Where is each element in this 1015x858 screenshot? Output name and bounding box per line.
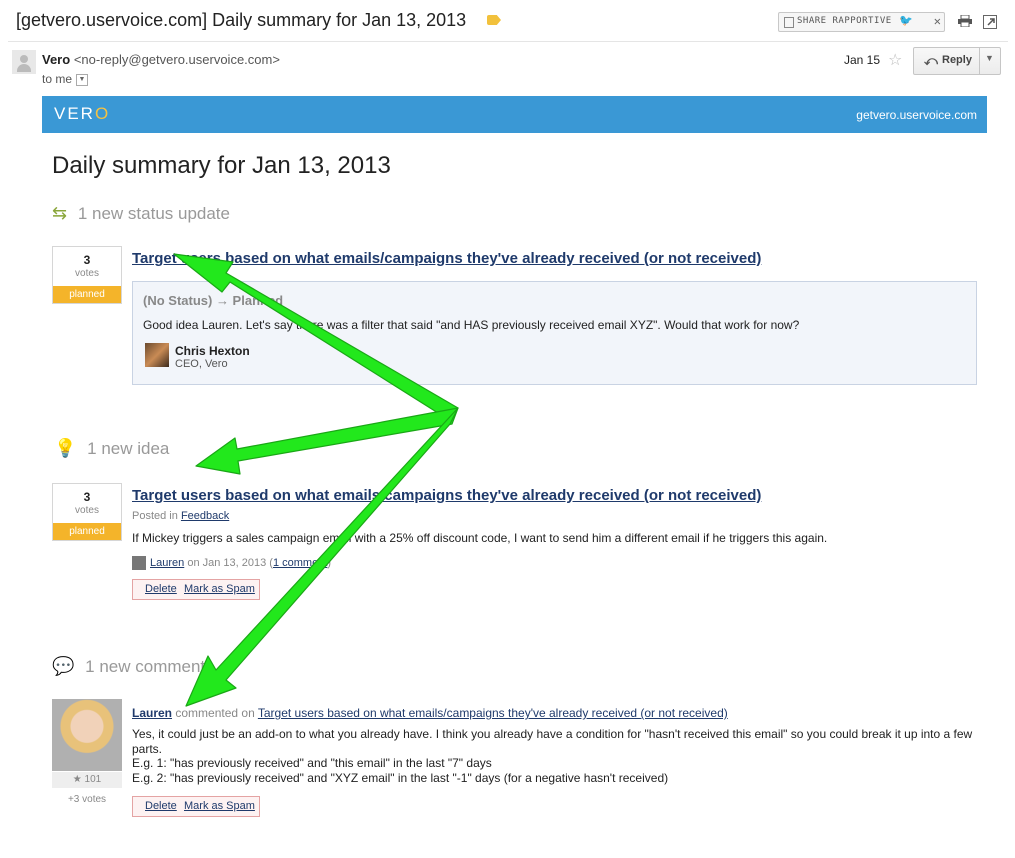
- status-change-text: (No Status) → Planned: [143, 293, 284, 308]
- vote-count: 3: [83, 490, 91, 504]
- chevron-down-icon[interactable]: ▼: [76, 73, 89, 86]
- vote-count: 3: [83, 253, 91, 267]
- idea-title-link[interactable]: Target users based on what emails/campai…: [132, 487, 761, 504]
- status-response-box: (No Status) → Planned Good idea Lauren. …: [132, 281, 977, 385]
- commenter-avatar: [52, 699, 122, 771]
- more-options-icon[interactable]: ▼: [985, 53, 994, 63]
- status-response-text: Good idea Lauren. Let's say there was a …: [143, 318, 800, 332]
- commented-on-text: commented on: [175, 706, 255, 720]
- posted-in-label: Posted in: [132, 510, 178, 522]
- reply-label: Reply: [942, 54, 972, 66]
- comment-section-heading-text: 1 new comment: [85, 657, 206, 676]
- vero-banner: VERO getvero.uservoice.com: [42, 96, 987, 133]
- sender-line: Vero <no-reply@getvero.uservoice.com>: [42, 52, 280, 67]
- reply-separator: [979, 48, 980, 74]
- mark-spam-link[interactable]: Mark as Spam: [184, 800, 255, 812]
- post-date: on Jan 13, 2013: [187, 556, 267, 569]
- label-tag-icon[interactable]: [487, 15, 501, 25]
- reply-button[interactable]: ⤺ Reply ▼: [913, 47, 1001, 75]
- email-date: Jan 15: [844, 53, 881, 67]
- reply-arrow-icon: ⤺: [924, 53, 938, 68]
- idea-title-link[interactable]: Target users based on what emails/campai…: [132, 250, 761, 267]
- site-link[interactable]: getvero.uservoice.com: [856, 108, 977, 122]
- vote-label: votes: [75, 268, 99, 279]
- comment-header: Lauren commented on Target users based o…: [132, 706, 728, 720]
- logo-text: VER: [54, 104, 95, 123]
- comment-line: Yes, it could just be an add-on to what …: [132, 727, 973, 756]
- delete-link[interactable]: Delete: [145, 800, 177, 812]
- idea-title: Target users based on what emails/campai…: [132, 487, 761, 504]
- print-icon[interactable]: [958, 15, 972, 27]
- moderation-actions: Delete Mark as Spam: [132, 579, 260, 600]
- author-name: Chris Hexton: [175, 344, 250, 358]
- rapportive-icon: [784, 17, 794, 28]
- header-divider: [8, 41, 1008, 42]
- status-section-heading: ⇆ 1 new status update: [52, 203, 230, 224]
- share-rapportive-label[interactable]: SHARE RAPPORTIVE: [797, 16, 892, 26]
- moderation-actions: Delete Mark as Spam: [132, 796, 260, 817]
- status-badge: planned: [53, 523, 121, 540]
- status-change-icon: ⇆: [52, 203, 68, 223]
- idea-section-heading: 💡 1 new idea: [54, 438, 169, 459]
- idea-meta: Lauren on Jan 13, 2013 (1 comment): [132, 556, 331, 570]
- comment-section-heading: 💬 1 new comment: [52, 656, 205, 677]
- sender-email: <no-reply@getvero.uservoice.com>: [73, 52, 280, 67]
- email-subject: [getvero.uservoice.com] Daily summary fo…: [16, 10, 467, 30]
- new-window-icon[interactable]: [983, 15, 997, 29]
- vote-label: votes: [75, 505, 99, 516]
- sender-name[interactable]: Vero: [42, 52, 70, 67]
- mark-spam-link[interactable]: Mark as Spam: [184, 583, 255, 595]
- vote-box[interactable]: 3 votes planned: [52, 246, 122, 304]
- lightbulb-icon: 💡: [54, 438, 77, 458]
- status-section-heading-text: 1 new status update: [77, 204, 230, 223]
- author-link[interactable]: Lauren: [150, 557, 184, 569]
- commenter-karma: ★ 101: [52, 772, 122, 788]
- recipients-line: to me ▼: [42, 72, 89, 86]
- author-avatar: [132, 556, 146, 570]
- twitter-icon[interactable]: 🐦: [899, 14, 913, 27]
- sender-avatar: [12, 50, 36, 74]
- comments-link[interactable]: 1 comment: [273, 557, 327, 569]
- comment-line: E.g. 2: "has previously received" and "X…: [132, 770, 669, 785]
- status-badge: planned: [53, 286, 121, 303]
- idea-link[interactable]: Target users based on what emails/campai…: [258, 706, 728, 720]
- delete-link[interactable]: Delete: [145, 583, 177, 595]
- close-icon[interactable]: ✕: [934, 14, 941, 28]
- speech-bubble-icon: 💬: [52, 656, 75, 676]
- idea-title: Target users based on what emails/campai…: [132, 250, 761, 267]
- share-rapportive-widget[interactable]: SHARE RAPPORTIVE 🐦 ✕: [778, 12, 945, 32]
- author-role: CEO, Vero: [175, 358, 228, 370]
- idea-body: If Mickey triggers a sales campaign emai…: [132, 531, 828, 545]
- posted-in: Posted in Feedback: [132, 510, 229, 522]
- commenter-votes: +3 votes: [67, 794, 107, 805]
- author-avatar: [145, 343, 169, 367]
- summary-title: Daily summary for Jan 13, 2013: [52, 152, 391, 179]
- comment-body: Yes, it could just be an add-on to what …: [132, 727, 977, 785]
- idea-section-heading-text: 1 new idea: [87, 439, 170, 458]
- vote-box[interactable]: 3 votes planned: [52, 483, 122, 541]
- vero-logo[interactable]: VERO: [54, 104, 110, 124]
- annotation-arrow: [195, 407, 459, 475]
- comment-line: E.g. 1: "has previously received" and "t…: [132, 756, 492, 771]
- category-link[interactable]: Feedback: [181, 510, 229, 522]
- recipients-text: to me: [42, 72, 73, 86]
- star-icon[interactable]: ☆: [888, 50, 902, 70]
- logo-accent: O: [94, 104, 111, 123]
- commenter-link[interactable]: Lauren: [132, 706, 172, 720]
